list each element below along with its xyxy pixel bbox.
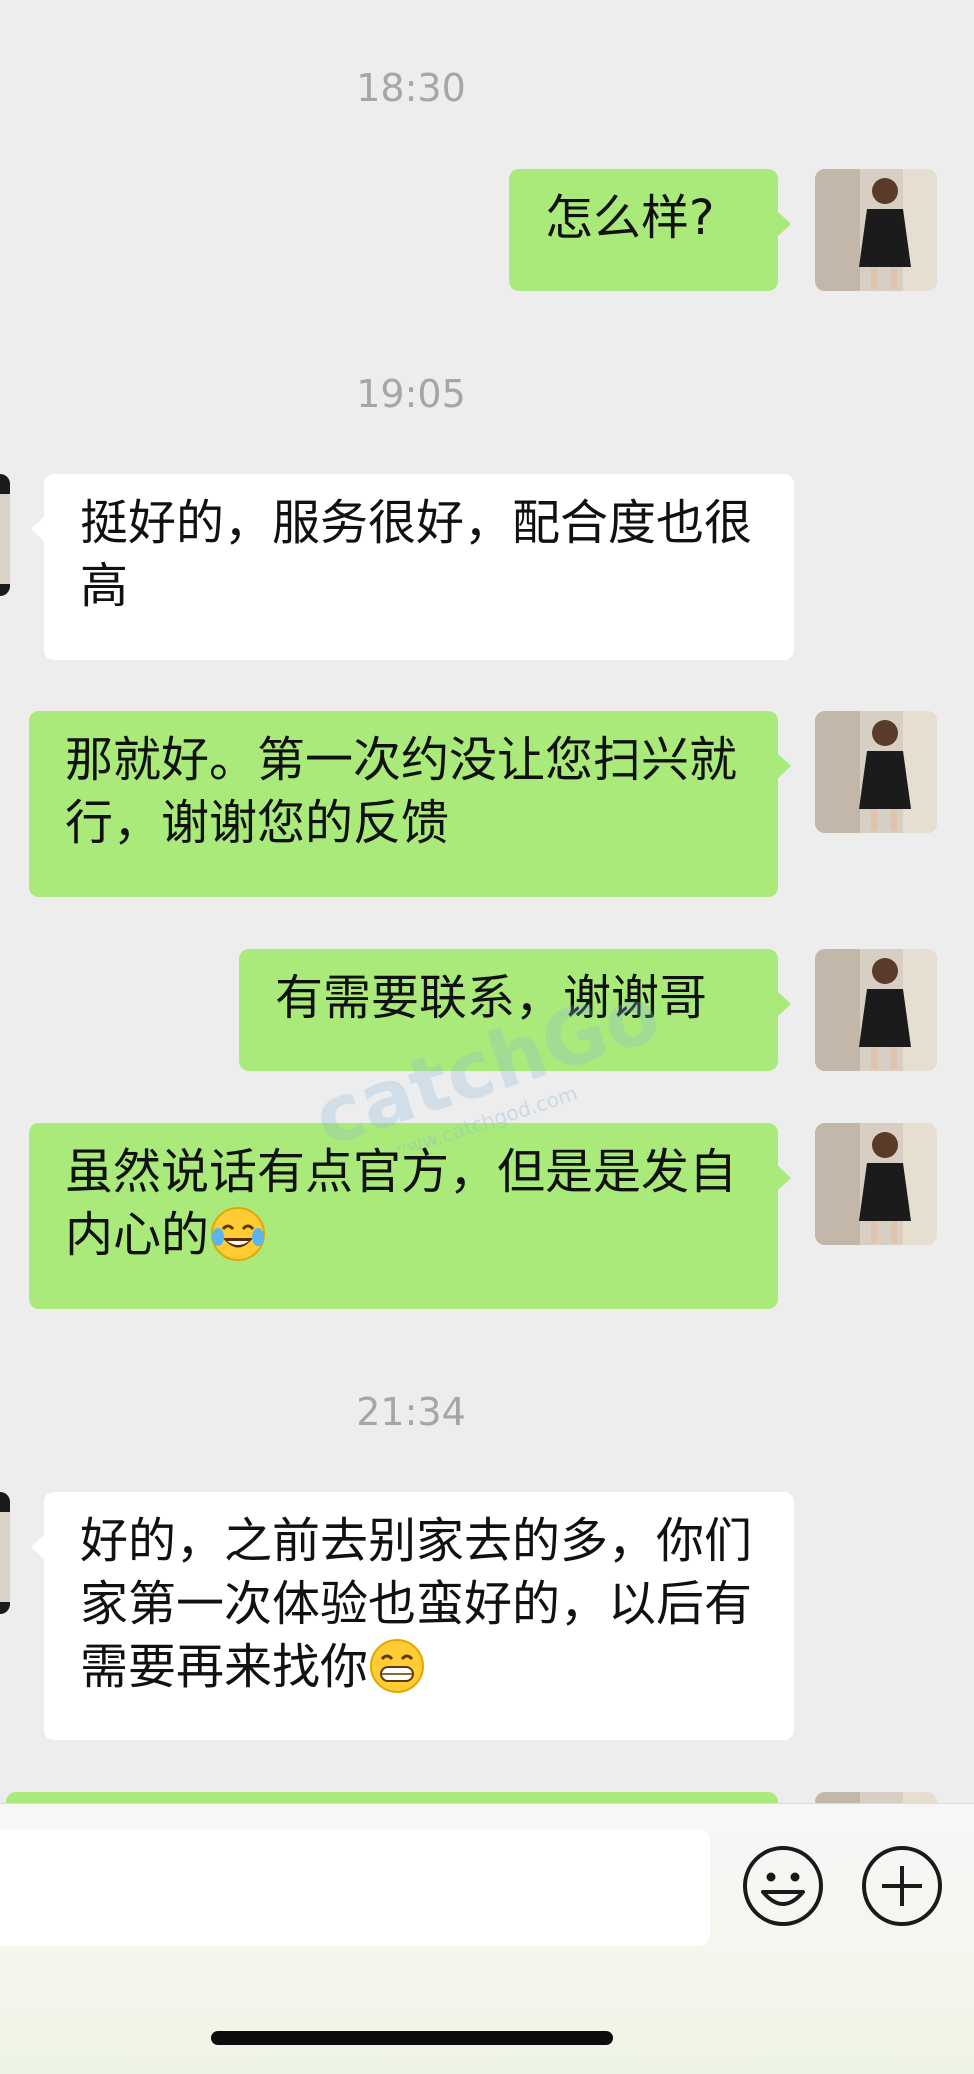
- incoming-message[interactable]: 好的，之前去别家去的多，你们家第一次体验也蛮好的，以后有需要再来找你: [31, 1492, 794, 1740]
- chat-input-bar: [0, 1803, 974, 2074]
- message-text: 虽然说话有点官方，但是是发自内心的: [65, 1144, 738, 1263]
- smiley-icon: [743, 1846, 823, 1926]
- peer-avatar[interactable]: [0, 474, 10, 596]
- timestamp: 21:34: [356, 1390, 466, 1434]
- incoming-message[interactable]: 挺好的，服务很好，配合度也很高: [31, 474, 794, 660]
- timestamp: 19:05: [356, 372, 466, 416]
- my-avatar[interactable]: [815, 1123, 937, 1245]
- grinning-emoji-icon: [368, 1637, 426, 1711]
- message-input[interactable]: [0, 1829, 710, 1946]
- more-button[interactable]: [860, 1844, 944, 1928]
- timestamp: 18:30: [356, 66, 466, 110]
- message-text: 挺好的，服务很好，配合度也很高: [80, 495, 753, 614]
- chat-message-list[interactable]: 18:30 怎么样? 19:05 挺好的，服务很好，配合度也很高 那就好。第一次…: [0, 0, 974, 1803]
- message-text: 怎么样?: [545, 190, 715, 246]
- tears-of-joy-emoji-icon: [209, 1205, 267, 1279]
- outgoing-message[interactable]: 怎么样?: [509, 169, 791, 291]
- home-indicator[interactable]: [211, 2031, 613, 2045]
- my-avatar[interactable]: [815, 949, 937, 1071]
- my-avatar[interactable]: [815, 711, 937, 833]
- message-text: 有需要联系，谢谢哥: [275, 970, 708, 1026]
- my-avatar[interactable]: [815, 169, 937, 291]
- plus-circle-icon: [862, 1846, 942, 1926]
- outgoing-message[interactable]: 虽然说话有点官方，但是是发自内心的: [29, 1123, 791, 1309]
- outgoing-message[interactable]: 那就好。第一次约没让您扫兴就行，谢谢您的反馈: [29, 711, 791, 897]
- peer-avatar[interactable]: [0, 1492, 10, 1614]
- outgoing-message[interactable]: [6, 1792, 778, 1803]
- message-text: 那就好。第一次约没让您扫兴就行，谢谢您的反馈: [65, 732, 738, 851]
- emoji-button[interactable]: [741, 1844, 825, 1928]
- outgoing-message[interactable]: 有需要联系，谢谢哥: [239, 949, 791, 1071]
- my-avatar[interactable]: [815, 1792, 937, 1803]
